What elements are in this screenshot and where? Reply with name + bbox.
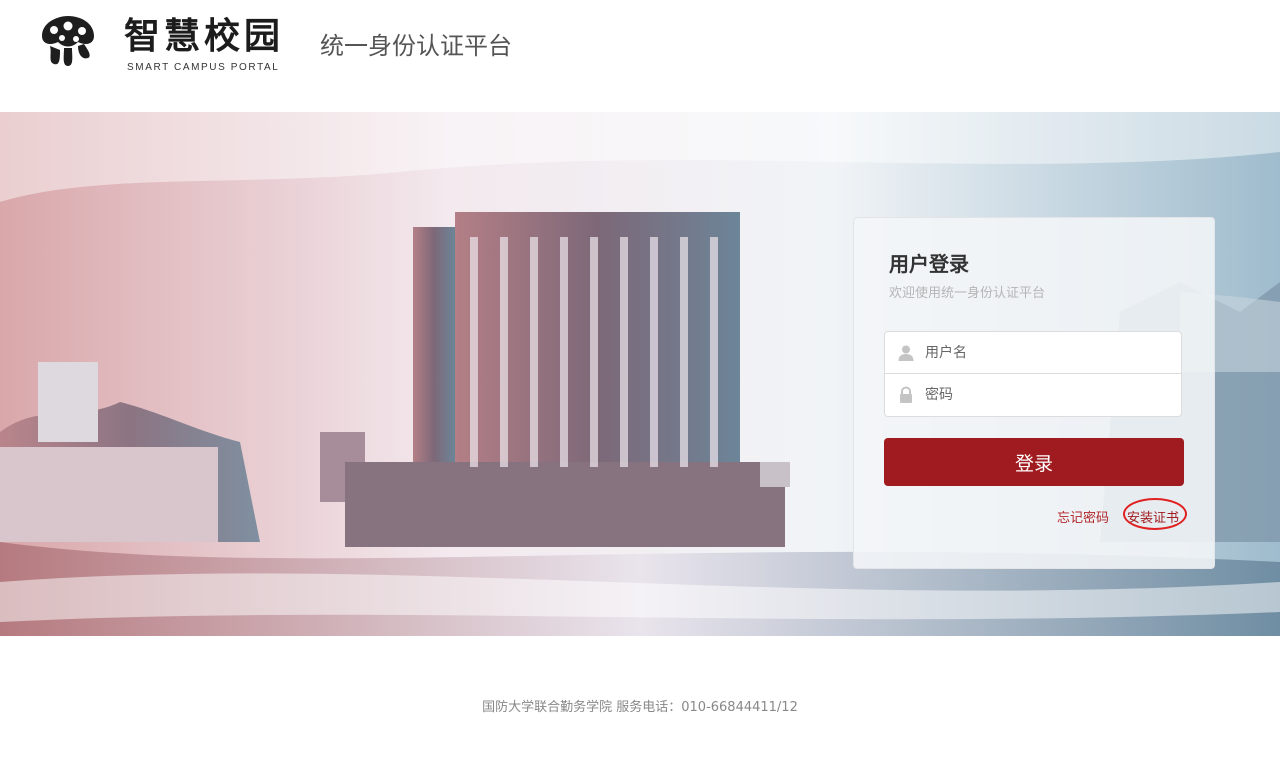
password-field-wrapper: [884, 374, 1182, 417]
user-icon: [898, 345, 914, 361]
logo-subtitle: SMART CAMPUS PORTAL: [127, 62, 280, 73]
username-input[interactable]: [925, 332, 1175, 373]
forgot-password-link[interactable]: 忘记密码: [1057, 507, 1109, 526]
login-button[interactable]: 登录: [884, 438, 1184, 486]
footer-text: 国防大学联合勤务学院 服务电话：010-66844411/12: [482, 700, 798, 715]
campus-logo-icon: [42, 16, 94, 66]
password-input[interactable]: [925, 374, 1175, 415]
login-subtitle: 欢迎使用统一身份认证平台: [889, 286, 1046, 301]
username-field-wrapper: [884, 331, 1182, 374]
lock-icon: [900, 386, 912, 403]
login-panel: 用户登录 欢迎使用统一身份认证平台 登录 忘记密码 安装证书: [853, 217, 1215, 569]
platform-title: 统一身份认证平台: [320, 32, 512, 60]
header: 智慧校园 SMART CAMPUS PORTAL 统一身份认证平台: [0, 0, 1280, 112]
install-certificate-link[interactable]: 安装证书: [1127, 507, 1179, 526]
login-title: 用户登录: [889, 252, 969, 276]
logo-title: 智慧校园: [124, 15, 285, 57]
